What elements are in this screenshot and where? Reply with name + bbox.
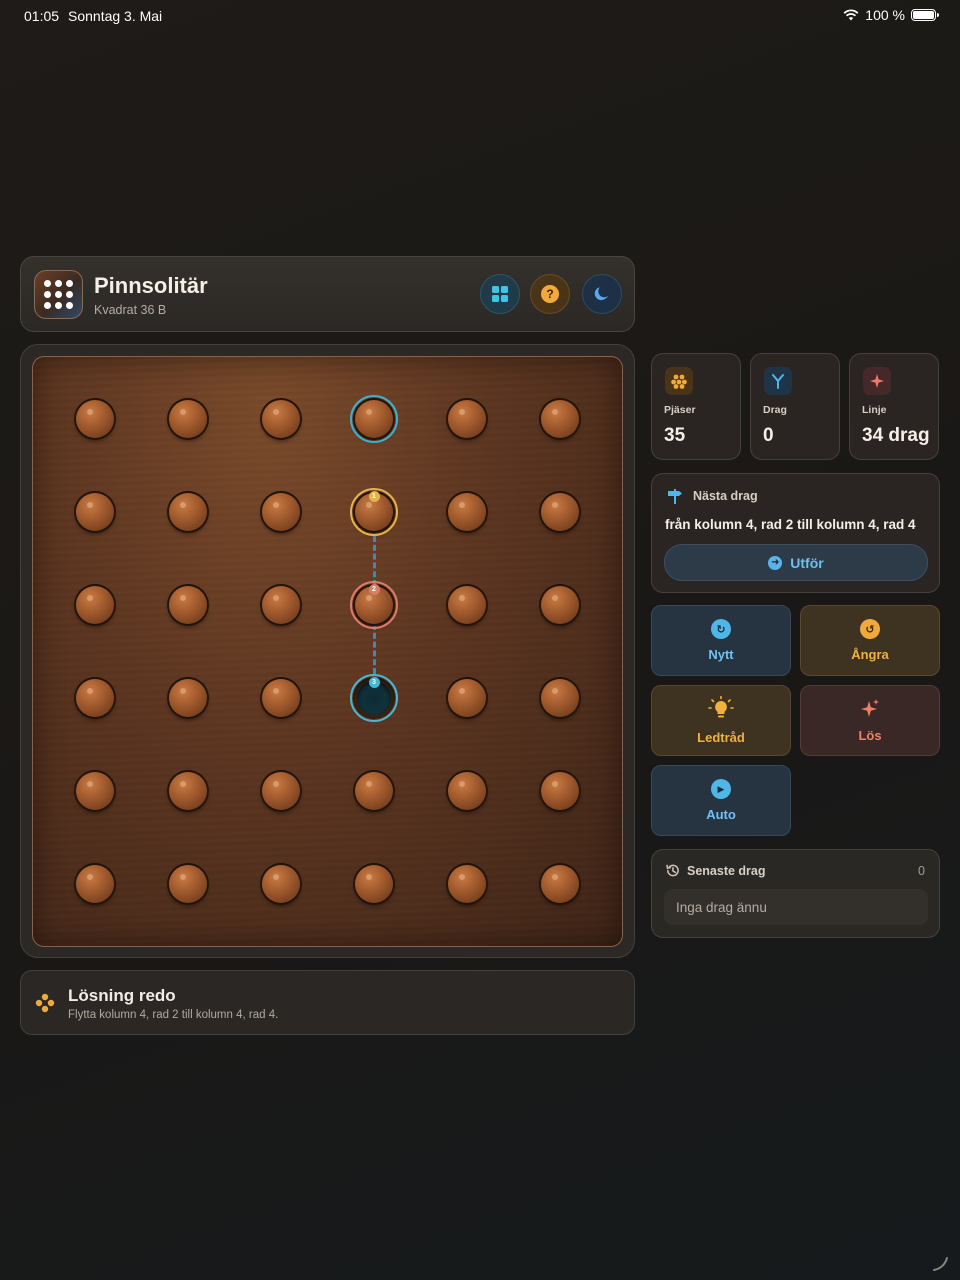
peg[interactable] xyxy=(541,772,579,810)
peg[interactable] xyxy=(169,679,207,717)
solve-label: Lös xyxy=(858,728,882,743)
sparkle-icon xyxy=(861,699,879,717)
resize-handle-icon xyxy=(933,1257,948,1271)
board-select-button[interactable] xyxy=(480,274,520,314)
peg[interactable] xyxy=(169,493,207,531)
solution-banner: Lösning redo Flytta kolumn 4, rad 2 till… xyxy=(20,970,635,1035)
peg[interactable] xyxy=(262,586,300,624)
peg[interactable] xyxy=(262,679,300,717)
step-badge: 2 xyxy=(368,583,380,595)
peg[interactable] xyxy=(76,772,114,810)
peg[interactable] xyxy=(169,772,207,810)
peg[interactable] xyxy=(448,772,486,810)
pegs-icon xyxy=(665,367,693,395)
stat-value: 35 xyxy=(664,425,686,446)
peg[interactable] xyxy=(76,586,114,624)
auto-button[interactable]: ▶ Auto xyxy=(651,765,791,836)
undo-label: Ångra xyxy=(851,647,889,662)
app-title: Pinnsolitär xyxy=(94,273,208,298)
peg[interactable] xyxy=(169,865,207,903)
battery-icon xyxy=(911,9,939,21)
play-icon: ▶ xyxy=(711,779,731,799)
recent-count: 0 xyxy=(918,864,925,878)
peg[interactable] xyxy=(355,865,393,903)
peg[interactable] xyxy=(262,493,300,531)
history-icon xyxy=(666,864,679,877)
status-right: 100 % xyxy=(843,7,939,23)
next-move-heading: Nästa drag xyxy=(693,489,758,503)
undo-button[interactable]: ↺ Ångra xyxy=(800,605,940,676)
undo-icon: ↺ xyxy=(860,619,880,639)
peg[interactable] xyxy=(541,679,579,717)
hint-button[interactable]: Ledtråd xyxy=(651,685,791,756)
next-move-description: från kolumn 4, rad 2 till kolumn 4, rad … xyxy=(665,517,916,532)
new-game-label: Nytt xyxy=(708,647,734,662)
peg[interactable] xyxy=(76,493,114,531)
peg[interactable] xyxy=(76,865,114,903)
pegs-icon xyxy=(35,993,55,1013)
highlight-ring-selected xyxy=(350,395,398,443)
status-time: 01:05 xyxy=(24,8,60,24)
solution-text: Flytta kolumn 4, rad 2 till kolumn 4, ra… xyxy=(68,1009,279,1021)
game-board[interactable]: 1 2 3 xyxy=(32,356,623,947)
peg[interactable] xyxy=(169,586,207,624)
execute-label: Utför xyxy=(790,554,824,571)
branch-icon xyxy=(764,367,792,395)
peg[interactable] xyxy=(169,400,207,438)
signpost-icon xyxy=(668,489,682,504)
auto-label: Auto xyxy=(706,807,736,822)
peg[interactable] xyxy=(541,586,579,624)
recent-title: Senaste drag xyxy=(687,864,766,878)
help-button[interactable]: ? xyxy=(530,274,570,314)
peg[interactable] xyxy=(448,400,486,438)
next-move-card: Nästa drag från kolumn 4, rad 2 till kol… xyxy=(651,473,940,593)
peg[interactable] xyxy=(448,679,486,717)
peg[interactable] xyxy=(541,493,579,531)
execute-button[interactable]: ➜ Utför xyxy=(664,544,928,581)
peg[interactable] xyxy=(76,400,114,438)
help-icon: ? xyxy=(541,285,559,303)
board-variant: Kvadrat 36 B xyxy=(94,303,167,317)
solve-button[interactable]: Lös xyxy=(800,685,940,756)
app-logo-icon xyxy=(34,270,83,319)
stat-label: Pjäser xyxy=(664,404,696,416)
stat-value: 0 xyxy=(763,425,774,446)
header-card: Pinnsolitär Kvadrat 36 B ? xyxy=(20,256,635,332)
arrow-right-icon: ➜ xyxy=(768,555,783,570)
theme-toggle-button[interactable] xyxy=(582,274,622,314)
peg[interactable] xyxy=(541,400,579,438)
peg[interactable] xyxy=(262,400,300,438)
battery-percent: 100 % xyxy=(865,7,905,23)
peg[interactable] xyxy=(262,865,300,903)
new-game-button[interactable]: ↻ Nytt xyxy=(651,605,791,676)
step-badge: 1 xyxy=(368,490,380,502)
stat-value: 34 drag xyxy=(862,425,930,446)
lightbulb-icon xyxy=(708,696,734,718)
restart-icon: ↻ xyxy=(711,619,731,639)
stat-moves: Drag 0 xyxy=(750,353,840,460)
peg[interactable] xyxy=(541,865,579,903)
peg[interactable] xyxy=(355,772,393,810)
hint-label: Ledtråd xyxy=(697,730,745,745)
peg[interactable] xyxy=(262,772,300,810)
stat-label: Linje xyxy=(862,404,887,416)
peg[interactable] xyxy=(448,586,486,624)
grid-icon xyxy=(492,286,508,302)
recent-empty-state: Inga drag ännu xyxy=(664,889,928,925)
step-badge: 3 xyxy=(368,676,380,688)
peg[interactable] xyxy=(448,865,486,903)
moon-icon xyxy=(594,287,609,301)
stat-pegs: Pjäser 35 xyxy=(651,353,741,460)
status-bar: 01:05 Sonntag 3. Mai 100 % xyxy=(0,0,960,30)
wifi-icon xyxy=(843,9,859,21)
status-date: Sonntag 3. Mai xyxy=(68,8,163,24)
sparkle-icon xyxy=(863,367,891,395)
board-frame: 1 2 3 xyxy=(20,344,635,958)
solution-title: Lösning redo xyxy=(68,986,176,1005)
peg[interactable] xyxy=(448,493,486,531)
stat-line: Linje 34 drag xyxy=(849,353,939,460)
stat-label: Drag xyxy=(763,404,787,416)
recent-moves-card: Senaste drag 0 Inga drag ännu xyxy=(651,849,940,938)
peg[interactable] xyxy=(76,679,114,717)
